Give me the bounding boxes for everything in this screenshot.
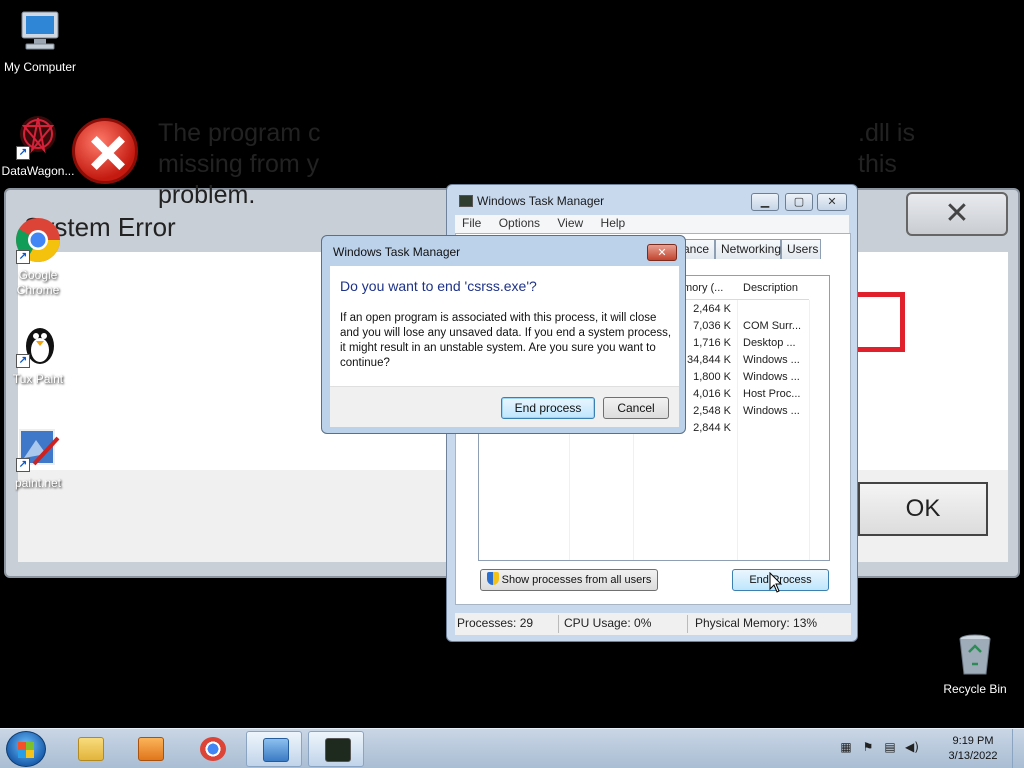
menu-view[interactable]: View — [550, 215, 590, 231]
task-manager-icon — [325, 738, 351, 762]
desktop-icon-label: Recycle Bin — [943, 682, 1007, 696]
taskbar-image-viewer[interactable] — [246, 731, 302, 767]
start-button[interactable] — [6, 731, 46, 767]
status-cpu: CPU Usage: 0% — [564, 616, 652, 630]
taskbar-task-manager[interactable] — [308, 731, 364, 767]
chrome-icon: ↗ — [14, 216, 62, 264]
table-row-description[interactable]: Windows ... — [743, 354, 800, 366]
datawagon-icon: ↗ — [14, 112, 62, 160]
end-process-confirm-button[interactable]: End process — [501, 397, 595, 419]
table-row-description[interactable]: COM Surr... — [743, 320, 801, 332]
uac-shield-icon — [486, 572, 499, 585]
menu-help[interactable]: Help — [594, 215, 633, 231]
dialog-footer: End process Cancel — [330, 386, 679, 427]
table-row-description[interactable]: Windows ... — [743, 405, 800, 417]
tux-penguin-icon: ↗ — [14, 320, 62, 368]
taskbar-chrome[interactable] — [184, 731, 240, 767]
desktop-icon-label: Google Chrome — [16, 268, 60, 297]
dialog-title: Windows Task Manager — [333, 245, 461, 259]
paint-net-icon: ↗ — [14, 424, 62, 472]
dialog-message: If an open program is associated with th… — [340, 312, 672, 369]
shortcut-arrow-icon: ↗ — [16, 458, 30, 472]
shortcut-arrow-icon: ↗ — [16, 146, 30, 160]
taskbar-clock[interactable]: 9:19 PM 3/13/2022 — [938, 734, 1008, 764]
dialog-heading: Do you want to end 'csrss.exe'? — [340, 278, 537, 294]
system-tray: ▦ ⚑ ▤ ◀) — [838, 739, 934, 759]
table-row-description[interactable]: Desktop ... — [743, 337, 796, 349]
desktop-icon-label: paint.net — [14, 476, 62, 490]
desktop-icon-label: My Computer — [3, 60, 77, 74]
tab-networking[interactable]: Networking — [715, 239, 781, 259]
folder-icon — [78, 737, 104, 761]
tray-flag-icon[interactable]: ⚑ — [860, 739, 876, 755]
shortcut-arrow-icon: ↗ — [16, 354, 30, 368]
status-memory: Physical Memory: 13% — [695, 616, 818, 630]
computer-icon — [16, 8, 64, 56]
taskbar: ▦ ⚑ ▤ ◀) 9:19 PM 3/13/2022 — [0, 728, 1024, 768]
media-player-icon — [138, 737, 164, 761]
show-all-processes-label: Show processes from all users — [501, 574, 652, 586]
clock-time: 9:19 PM — [952, 735, 994, 747]
desktop-icon-label: Tux Paint — [12, 372, 64, 386]
status-divider — [558, 615, 559, 633]
desktop-icon-recycle-bin[interactable]: Recycle Bin — [935, 630, 1015, 697]
ok-button[interactable]: OK — [858, 482, 988, 536]
task-manager-icon — [459, 195, 473, 207]
column-divider — [809, 300, 810, 560]
tray-volume-icon[interactable]: ◀) — [904, 739, 920, 755]
tray-keyboard-icon[interactable]: ▦ — [838, 739, 854, 755]
task-manager-title: Windows Task Manager — [477, 194, 605, 208]
system-error-message-right: .dll is this — [858, 119, 915, 178]
desktop-icon-google-chrome[interactable]: ↗ Google Chrome — [0, 216, 78, 298]
status-bar: Processes: 29 CPU Usage: 0% Physical Mem… — [455, 613, 851, 635]
close-icon[interactable]: ✕ — [817, 193, 847, 211]
desktop-icon-tux-paint[interactable]: ↗ Tux Paint — [0, 320, 78, 387]
column-header-memory[interactable]: mory (... — [677, 276, 737, 300]
column-divider — [737, 300, 738, 560]
dialog-body: Do you want to end 'csrss.exe'? If an op… — [330, 266, 679, 386]
status-divider — [687, 615, 688, 633]
table-row-description[interactable]: Windows ... — [743, 371, 800, 383]
maximize-icon[interactable]: ▢ — [785, 193, 813, 211]
shortcut-arrow-icon: ↗ — [16, 250, 30, 264]
close-icon[interactable]: ✕ — [906, 192, 1008, 236]
dll-highlight-box — [855, 292, 905, 352]
status-processes: Processes: 29 — [457, 616, 534, 630]
show-desktop-button[interactable] — [1012, 729, 1024, 768]
clock-date: 3/13/2022 — [948, 750, 998, 762]
menu-file[interactable]: File — [455, 215, 488, 231]
desktop-icon-datawagon[interactable]: ↗ DataWagon... — [0, 112, 78, 179]
desktop-icon-paint-net[interactable]: ↗ paint.net — [0, 424, 78, 491]
tray-network-icon[interactable]: ▤ — [882, 739, 898, 755]
task-manager-menu: File Options View Help — [455, 215, 849, 233]
error-icon — [72, 118, 138, 184]
close-icon[interactable]: ✕ — [647, 244, 677, 261]
menu-options[interactable]: Options — [492, 215, 547, 231]
minimize-icon[interactable]: ▁ — [751, 193, 779, 211]
mouse-cursor-icon — [769, 572, 783, 593]
tab-users[interactable]: Users — [781, 239, 821, 259]
desktop-icon-label: DataWagon... — [1, 164, 75, 178]
taskbar-explorer[interactable] — [62, 731, 118, 767]
desktop-icon-my-computer[interactable]: My Computer — [0, 8, 80, 75]
show-all-processes-button[interactable]: Show processes from all users — [480, 569, 658, 591]
column-header-description[interactable]: Description — [737, 276, 809, 300]
end-process-dialog: Windows Task Manager ✕ Do you want to en… — [321, 235, 686, 434]
chrome-icon — [200, 737, 226, 761]
recycle-bin-icon — [951, 630, 999, 678]
cancel-button[interactable]: Cancel — [603, 397, 669, 419]
windows-logo-icon — [18, 742, 34, 758]
system-error-message: The program c missing from y problem. — [158, 119, 321, 209]
table-row-description[interactable]: Host Proc... — [743, 388, 800, 400]
image-viewer-icon — [263, 738, 289, 762]
taskbar-media-player[interactable] — [122, 731, 178, 767]
